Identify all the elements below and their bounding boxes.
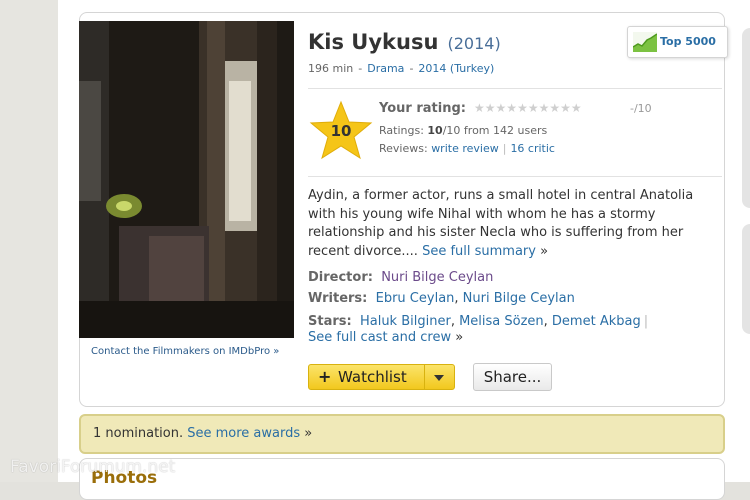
- stars-credit: Stars: Haluk Bilginer, Melisa Sözen, Dem…: [308, 314, 649, 329]
- photos-box: [79, 458, 725, 500]
- rate-star-icon[interactable]: ★: [528, 101, 539, 115]
- ratings-value: 10: [427, 124, 443, 137]
- left-gutter: [0, 0, 58, 482]
- director-label: Director:: [308, 270, 373, 285]
- separator: |: [502, 142, 507, 155]
- share-button[interactable]: Share...: [473, 363, 552, 391]
- release-date-link[interactable]: 2014 (Turkey): [418, 62, 494, 75]
- movie-meta: 196 min - Drama -2014 (Turkey): [308, 62, 494, 75]
- rate-star-icon[interactable]: ★: [485, 101, 496, 115]
- awards-text: 1 nomination.: [93, 426, 188, 441]
- divider: [308, 88, 722, 89]
- top-5000-label: Top 5000: [660, 35, 716, 48]
- stars-label: Stars:: [308, 314, 352, 329]
- plus-icon: +: [318, 367, 332, 386]
- arrow-icon: »: [455, 330, 464, 345]
- watchlist-label: Watchlist: [338, 368, 407, 386]
- movie-year-link[interactable]: (2014): [447, 34, 500, 53]
- director-link[interactable]: Nuri Bilge Ceylan: [381, 270, 493, 285]
- star-link[interactable]: Melisa Sözen: [459, 314, 544, 329]
- movie-title: Kis Uykusu: [308, 30, 439, 54]
- your-rating-label: Your rating:: [379, 101, 466, 116]
- imdbpro-contact-link[interactable]: Contact the Filmmakers on IMDbPro »: [91, 346, 279, 357]
- rate-star-icon[interactable]: ★: [517, 101, 528, 115]
- see-full-summary-link[interactable]: See full summary: [422, 244, 536, 259]
- writers-label: Writers:: [308, 291, 368, 306]
- see-more-awards-link[interactable]: See more awards: [187, 426, 300, 441]
- awards-bar: 1 nomination. See more awards »: [79, 414, 725, 454]
- watermark: FavoriForumum.net: [10, 457, 176, 477]
- ratings-users: 142 users: [493, 124, 548, 137]
- watchlist-dropdown-button[interactable]: [424, 364, 455, 390]
- movie-poster[interactable]: [79, 21, 294, 338]
- director-credit: Director: Nuri Bilge Ceylan: [308, 270, 493, 285]
- add-to-watchlist-button[interactable]: + Watchlist: [308, 364, 425, 390]
- rate-star-icon[interactable]: ★: [571, 101, 582, 115]
- reviews-line: Reviews: write review | 16 critic: [379, 142, 555, 155]
- ratings-suffix: /10 from: [442, 124, 494, 137]
- title-row: Kis Uykusu (2014): [308, 30, 501, 54]
- rate-star-icon[interactable]: ★: [539, 101, 550, 115]
- writers-credit: Writers: Ebru Ceylan, Nuri Bilge Ceylan: [308, 291, 575, 306]
- top-5000-badge[interactable]: Top 5000: [627, 26, 728, 58]
- rate-stars-widget[interactable]: ★★★★★★★★★★: [474, 101, 582, 115]
- rate-star-icon[interactable]: ★: [549, 101, 560, 115]
- write-review-link[interactable]: write review: [431, 142, 499, 155]
- chevron-down-icon: [434, 375, 444, 381]
- rate-star-icon[interactable]: ★: [474, 101, 485, 115]
- critic-reviews-link[interactable]: 16 critic: [510, 142, 555, 155]
- awards-line: 1 nomination. See more awards »: [93, 426, 312, 441]
- ratings-prefix: Ratings:: [379, 124, 428, 137]
- chart-up-icon: [633, 32, 657, 52]
- genre-link[interactable]: Drama: [367, 62, 404, 75]
- divider: [308, 176, 722, 177]
- star-link[interactable]: Demet Akbag: [552, 314, 641, 329]
- right-panel-edge-lower: [742, 224, 750, 334]
- separator: |: [643, 314, 649, 329]
- rating-score: 10: [330, 122, 352, 140]
- rate-star-icon[interactable]: ★: [496, 101, 507, 115]
- reviews-prefix: Reviews:: [379, 142, 432, 155]
- rate-star-icon[interactable]: ★: [506, 101, 517, 115]
- writer-link[interactable]: Ebru Ceylan: [376, 291, 455, 306]
- runtime: 196 min: [308, 62, 354, 75]
- your-rating-value: -/10: [630, 102, 652, 115]
- star-link[interactable]: Haluk Bilginer: [360, 314, 451, 329]
- poster-image: [79, 21, 294, 338]
- right-panel-edge: [742, 28, 750, 208]
- arrow-icon: »: [540, 243, 549, 259]
- separator: -: [409, 62, 414, 75]
- separator: -: [358, 62, 363, 75]
- writer-link[interactable]: Nuri Bilge Ceylan: [463, 291, 575, 306]
- full-cast-link[interactable]: See full cast and crew: [308, 330, 451, 345]
- plot-summary: Aydin, a former actor, runs a small hote…: [308, 187, 708, 261]
- full-cast-line: See full cast and crew »: [308, 330, 463, 345]
- arrow-icon: »: [304, 426, 313, 441]
- ratings-line: Ratings: 10/10 from 142 users: [379, 124, 547, 137]
- rate-star-icon[interactable]: ★: [560, 101, 571, 115]
